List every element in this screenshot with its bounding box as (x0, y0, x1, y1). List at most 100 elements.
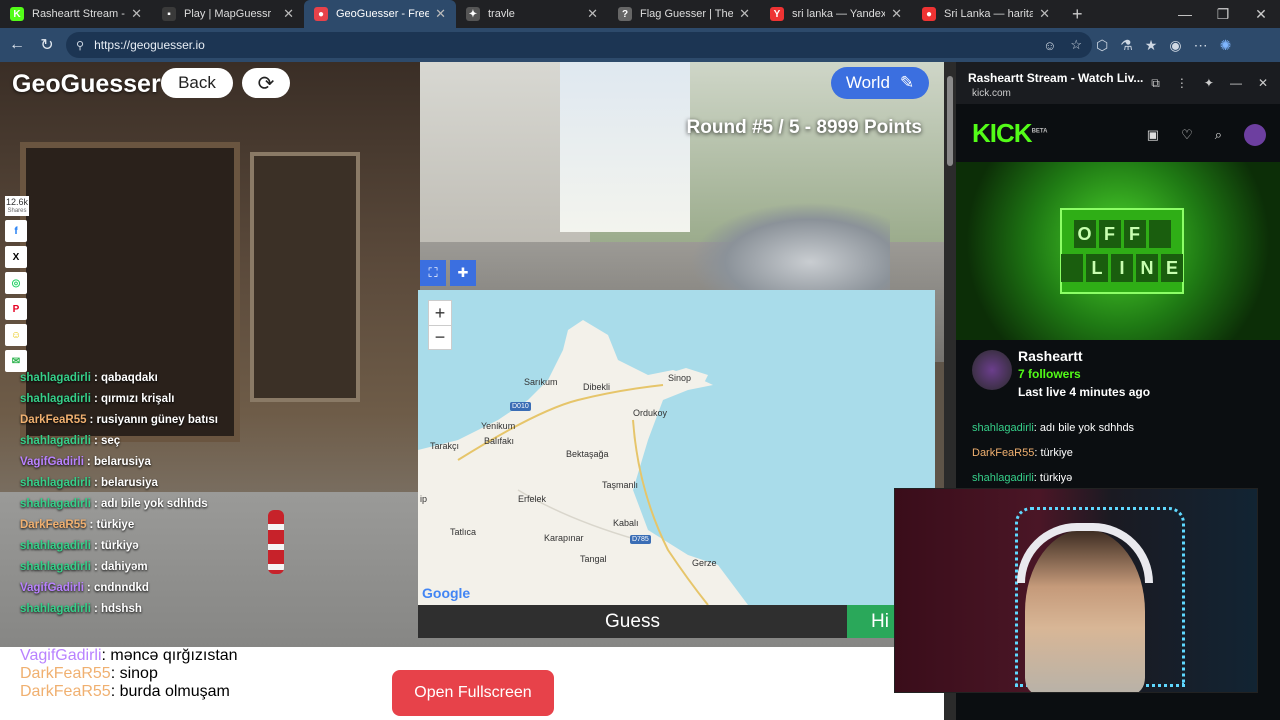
expand-map-icon[interactable]: ⛶ (420, 260, 446, 286)
browser-tab[interactable]: ● Sri Lanka — harita, nas ✕ (912, 0, 1060, 28)
pin-map-icon[interactable]: ✚ (450, 260, 476, 286)
chat-username[interactable]: shahlagadirli (20, 603, 91, 615)
offline-letter-tile: F (1098, 220, 1121, 248)
map-label: ip (420, 494, 428, 504)
geoguesser-logo[interactable]: GeoGuesser (12, 70, 161, 99)
side-panel-title: Rasheartt Stream - Watch Liv... (968, 71, 1144, 85)
zoom-in-button[interactable]: + (429, 301, 451, 325)
chat-message: VagifGadirli: cndnndkd (20, 582, 400, 603)
chat-username[interactable]: shahlagadirli (20, 540, 91, 552)
hint-button[interactable]: Hi (847, 605, 897, 638)
zoom-out-button[interactable]: − (429, 325, 451, 349)
open-fullscreen-button[interactable]: Open Fullscreen (392, 670, 554, 716)
browser-tab[interactable]: ▪ Play | MapGuessr ✕ (152, 0, 304, 28)
copilot-icon[interactable]: ✺ (1220, 37, 1232, 54)
window-controls: — ❐ ✕ (1166, 0, 1280, 28)
profile-avatar[interactable]: ◉ (1169, 37, 1181, 54)
chat-username[interactable]: shahlagadirli (972, 472, 1034, 484)
chat-username[interactable]: DarkFeaR55 (972, 447, 1034, 459)
snapchat-share-icon[interactable]: ☺ (5, 324, 27, 347)
map-label: Dibekli (583, 382, 611, 392)
url-field[interactable]: ⚲ https://geoguesser.io ☺ ☆ (66, 32, 1092, 58)
close-panel-icon[interactable]: ✕ (1258, 76, 1268, 91)
close-tab-icon[interactable]: ✕ (587, 6, 598, 22)
close-tab-icon[interactable]: ✕ (1039, 6, 1050, 22)
guess-button[interactable]: Guess (418, 605, 847, 638)
chat-separator: : (110, 683, 120, 700)
chat-text: məncə qırğızıstan (110, 647, 238, 664)
minimize-panel-icon[interactable]: — (1230, 76, 1242, 91)
offline-letter-tile (1148, 220, 1171, 248)
sms-share-icon[interactable]: ✉ (5, 350, 27, 373)
chat-username[interactable]: shahlagadirli (20, 498, 91, 510)
tab-label: Flag Guesser | The Ulti (640, 8, 734, 20)
close-tab-icon[interactable]: ✕ (131, 6, 142, 22)
browser-tab[interactable]: ✦ travle ✕ (456, 0, 608, 28)
pinterest-share-icon[interactable]: P (5, 298, 27, 321)
chat-username[interactable]: DarkFeaR55 (20, 414, 86, 426)
browser-tab[interactable]: ? Flag Guesser | The Ulti ✕ (608, 0, 760, 28)
close-tab-icon[interactable]: ✕ (435, 6, 446, 22)
split-screen-icon[interactable]: ⚗ (1120, 37, 1133, 54)
site-info-icon[interactable]: ⚲ (76, 39, 84, 52)
road-badge: D785 (630, 535, 651, 544)
pin-panel-icon[interactable]: ✦ (1204, 76, 1214, 91)
browser-tab[interactable]: Ysri lanka — Yandex: 11 ✕ (760, 0, 912, 28)
extension-icon[interactable]: ⬡ (1096, 37, 1108, 54)
chat-username[interactable]: shahlagadirli (972, 422, 1034, 434)
favorites-icon[interactable]: ★ (1145, 37, 1158, 54)
map-zoom-control: + − (428, 300, 452, 350)
guess-map[interactable]: + − Sarıkum Dibekli Sinop Ordukoy Yeniku… (418, 290, 935, 605)
x-share-icon[interactable]: X (5, 246, 27, 269)
geoguesser-game: GeoGuesser Back ⟳ World ✎ Round #5 / 5 -… (0, 62, 944, 720)
chat-text: sinop (119, 665, 158, 682)
facebook-share-icon[interactable]: f (5, 220, 27, 243)
chat-message: VagifGadirli: belarusiya (20, 456, 400, 477)
close-tab-icon[interactable]: ✕ (891, 6, 902, 22)
new-tab-button[interactable]: + (1060, 4, 1095, 25)
map-label: Karapınar (544, 533, 584, 543)
reload-icon[interactable]: ↻ (32, 30, 62, 60)
chat-username[interactable]: VagifGadirli (20, 456, 84, 468)
reader-icon[interactable]: ☺ (1043, 38, 1056, 53)
whatsapp-share-icon[interactable]: ◎ (5, 272, 27, 295)
chat-username[interactable]: shahlagadirli (20, 393, 91, 405)
chat-username[interactable]: shahlagadirli (20, 435, 91, 447)
browser-tab[interactable]: ● GeoGuesser - Free Ge ✕ (304, 0, 456, 28)
map-land (418, 320, 748, 605)
chat-username[interactable]: VagifGadirli (20, 582, 84, 594)
chat-username[interactable]: shahlagadirli (20, 372, 91, 384)
chat-separator: : (86, 456, 94, 468)
user-avatar[interactable] (1244, 124, 1266, 146)
chat-username[interactable]: VagifGadirli (20, 647, 102, 664)
kick-logo[interactable]: KICKBETA (972, 118, 1047, 149)
browser-tab[interactable]: K Rasheartt Stream - Wa ✕ (0, 0, 152, 28)
more-menu-icon[interactable]: ⋯ (1194, 37, 1208, 54)
refresh-round-button[interactable]: ⟳ (242, 68, 290, 98)
streamer-avatar[interactable] (972, 350, 1012, 390)
heart-icon[interactable]: ♡ (1181, 127, 1193, 143)
chat-message: shahlagadirli: adı bile yok sdhhds (20, 498, 400, 519)
stream-chat-overlay-lower: VagifGadirli: məncə qırğızıstan DarkFeaR5… (20, 647, 400, 701)
close-tab-icon[interactable]: ✕ (739, 6, 750, 22)
back-arrow-icon[interactable]: ← (2, 30, 32, 60)
chat-username[interactable]: DarkFeaR55 (20, 683, 111, 700)
world-mode-button[interactable]: World ✎ (831, 67, 929, 99)
calendar-icon[interactable]: ▣ (1147, 127, 1159, 143)
streamer-name[interactable]: Rasheartt (1018, 348, 1083, 364)
chat-username[interactable]: DarkFeaR55 (20, 665, 111, 682)
minimize-icon[interactable]: — (1166, 0, 1204, 28)
tab-label: Sri Lanka — harita, nas (944, 8, 1034, 20)
panel-menu-icon[interactable]: ⋮ (1176, 76, 1188, 91)
back-button[interactable]: Back (161, 68, 233, 98)
chat-username[interactable]: shahlagadirli (20, 477, 91, 489)
open-in-tab-icon[interactable]: ⧉ (1151, 76, 1160, 91)
close-tab-icon[interactable]: ✕ (283, 6, 294, 22)
search-icon[interactable]: ⌕ (1215, 127, 1222, 143)
google-logo: Google (422, 585, 471, 601)
close-window-icon[interactable]: ✕ (1242, 0, 1280, 28)
chat-username[interactable]: shahlagadirli (20, 561, 91, 573)
favorite-star-icon[interactable]: ☆ (1070, 37, 1082, 53)
chat-username[interactable]: DarkFeaR55 (20, 519, 86, 531)
restore-icon[interactable]: ❐ (1204, 0, 1242, 28)
